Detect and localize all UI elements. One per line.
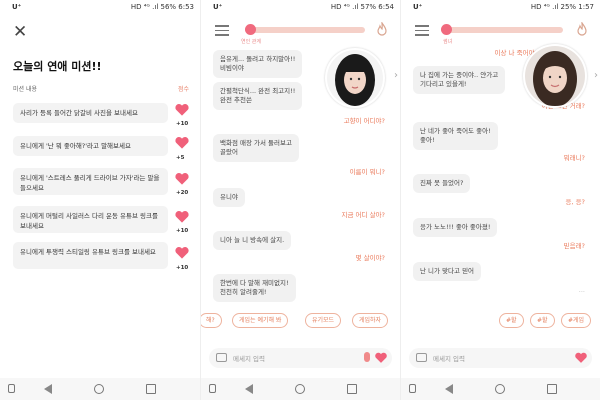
status-bar: U⁺ HD ⁴ᴳ .ıl 25% 1:57 xyxy=(401,0,600,14)
carrier-label: U⁺ xyxy=(213,3,223,11)
heart-icon[interactable] xyxy=(374,351,388,365)
chevron-right-icon[interactable]: › xyxy=(394,70,398,81)
heart-icon xyxy=(175,136,189,149)
suggestion-chip[interactable]: #게임 xyxy=(561,313,592,328)
system-nav-bar xyxy=(201,378,400,400)
chat-screen: U⁺ HD ⁴ᴳ .ıl 25% 1:57 썸녀 이상 나 죽어야? 나 집에 … xyxy=(400,0,600,400)
heart-icon[interactable] xyxy=(574,351,588,365)
suggestion-chip[interactable]: #할 xyxy=(499,313,524,328)
meter-heart-icon xyxy=(245,24,256,35)
affection-meter xyxy=(245,24,365,35)
my-message: 몇 살이야? xyxy=(355,254,385,262)
status-right: HD ⁴ᴳ .ıl 25% 1:57 xyxy=(530,3,594,11)
hamburger-icon[interactable] xyxy=(415,25,429,39)
message-input[interactable]: 메세지 입력 xyxy=(433,353,465,363)
status-bar: U⁺ HD ⁴ᴳ .ıl 56% 6:53 xyxy=(0,0,200,14)
message-bubble: 백화점 매장 가서 둘러보고 골랐어 xyxy=(213,134,299,162)
mission-header-label: 미션 내용 xyxy=(13,86,37,93)
chevron-right-icon[interactable]: › xyxy=(594,70,598,81)
back-icon[interactable] xyxy=(445,384,453,394)
message-bubble: 유니야 xyxy=(213,188,245,207)
mission-points: +5 xyxy=(176,155,185,161)
home-icon[interactable] xyxy=(94,384,104,394)
mic-icon[interactable] xyxy=(364,352,370,362)
status-bar: U⁺ HD ⁴ᴳ .ıl 57% 6:54 xyxy=(201,0,400,14)
mission-item[interactable]: 사리가 등록 들어간 닭갈비 사진을 보내세요 xyxy=(13,103,168,123)
image-icon[interactable] xyxy=(416,353,427,362)
my-message: 고향이 어디야? xyxy=(343,117,385,125)
meter-label: 연인 관계 xyxy=(241,39,261,45)
affection-meter xyxy=(441,24,563,35)
mission-points: +20 xyxy=(176,190,189,196)
message-bubble: 니아 늘 니 방속에 살지. xyxy=(213,231,292,250)
message-bubble: 응가 노노!!! 좋아 좋아졌! xyxy=(413,218,498,237)
my-message: 지금 어디 살아? xyxy=(341,211,385,219)
recent-apps-icon[interactable] xyxy=(146,384,156,394)
back-icon[interactable] xyxy=(245,384,253,394)
heart-icon xyxy=(175,103,189,116)
suggestion-chips: #할 #할 #게임 xyxy=(401,313,600,329)
heart-icon xyxy=(175,172,189,185)
mission-item[interactable]: 유니에게 '스트레스 풀리게 드라이브 가자'라는 말을 들으세요 xyxy=(13,168,168,195)
message-input-bar: 메세지 입력 xyxy=(209,348,392,368)
message-bubble: 난 니가 맞다고 믿어 xyxy=(413,262,482,281)
image-icon[interactable] xyxy=(216,353,227,362)
my-message: 뭐래니? xyxy=(563,154,585,162)
message-bubble: 음유게... 돌려고 하지말아!! 비빔이야 xyxy=(213,50,303,78)
flame-icon[interactable] xyxy=(376,22,388,36)
suggestion-chip[interactable]: 유기모드 xyxy=(305,313,342,328)
avatar[interactable] xyxy=(325,48,385,108)
message-bubble: 한번에 다 말해 재미없지! 천천히 알려줄게! xyxy=(213,274,296,302)
back-icon[interactable] xyxy=(44,384,52,394)
my-message: 믿음래? xyxy=(563,242,585,250)
meter-label: 썸녀 xyxy=(443,39,453,45)
heart-icon xyxy=(175,210,189,223)
message-input[interactable]: 메세지 입력 xyxy=(233,353,265,363)
chat-screen: U⁺ HD ⁴ᴳ .ıl 57% 6:54 연인 관계 음유게... 돌려고 하… xyxy=(200,0,400,400)
mission-item[interactable]: 유니에게 투쟁력 스티일링 유튜브 링크를 보내세요 xyxy=(13,242,168,269)
recent-apps-icon[interactable] xyxy=(347,384,357,394)
close-icon[interactable]: ✕ xyxy=(13,24,27,41)
suggestion-chip[interactable]: #할 xyxy=(530,313,555,328)
avatar[interactable] xyxy=(523,44,587,108)
suggestion-chip[interactable]: 게임는 예기해 봐 xyxy=(232,313,289,328)
status-right: HD ⁴ᴳ .ıl 56% 6:53 xyxy=(130,3,194,11)
my-message: 이름이 뭐니? xyxy=(349,168,385,176)
typing-indicator: ... xyxy=(578,286,585,294)
mission-screen: U⁺ HD ⁴ᴳ .ıl 56% 6:53 ✕ 오늘의 연애 미션!! 미션 내… xyxy=(0,0,200,400)
suggestion-chips: 해? 게임는 예기해 봐 유기모드 게임하자 xyxy=(201,313,400,329)
hamburger-icon[interactable] xyxy=(215,25,229,39)
menu-icon[interactable] xyxy=(409,384,416,393)
suggestion-chip[interactable]: 해? xyxy=(201,313,222,328)
home-icon[interactable] xyxy=(495,384,505,394)
carrier-label: U⁺ xyxy=(413,3,423,11)
mission-points: +10 xyxy=(176,228,189,234)
home-icon[interactable] xyxy=(295,384,305,394)
meter-heart-icon xyxy=(441,24,452,35)
mission-item[interactable]: 유니에게 머털리 사일러스 다리 운동 유튜브 링크를 보내세요 xyxy=(13,206,168,233)
my-message: 응, 응? xyxy=(565,198,585,206)
message-bubble: 진짜 못 들었어? xyxy=(413,174,471,193)
menu-icon[interactable] xyxy=(209,384,216,393)
heart-icon xyxy=(175,246,189,259)
mission-points: +10 xyxy=(176,121,189,127)
message-bubble: 나 집에 가는 중이야.. 얀가고 기다리고 있을게! xyxy=(413,66,506,94)
mission-item[interactable]: 유니에게 '난 뭐 좋아해?'라고 말해보세요 xyxy=(13,136,168,156)
suggestion-chip[interactable]: 게임하자 xyxy=(352,313,389,328)
recent-apps-icon[interactable] xyxy=(547,384,557,394)
message-bubble: 난 네가 좋아 죽어도 좋아! 좋아! xyxy=(413,122,498,150)
menu-icon[interactable] xyxy=(8,384,15,393)
message-input-bar: 메세지 입력 xyxy=(409,348,592,368)
system-nav-bar xyxy=(0,378,200,400)
carrier-label: U⁺ xyxy=(12,3,22,11)
system-nav-bar xyxy=(401,378,600,400)
page-title: 오늘의 연애 미션!! xyxy=(13,60,102,73)
mission-points: +10 xyxy=(176,265,189,271)
status-right: HD ⁴ᴳ .ıl 57% 6:54 xyxy=(330,3,394,11)
mission-header-score: 점수 xyxy=(178,86,190,93)
message-bubble: 간펼척단식... 완전 최고지!! 완전 추천쓴 xyxy=(213,82,303,110)
flame-icon[interactable] xyxy=(576,22,588,36)
